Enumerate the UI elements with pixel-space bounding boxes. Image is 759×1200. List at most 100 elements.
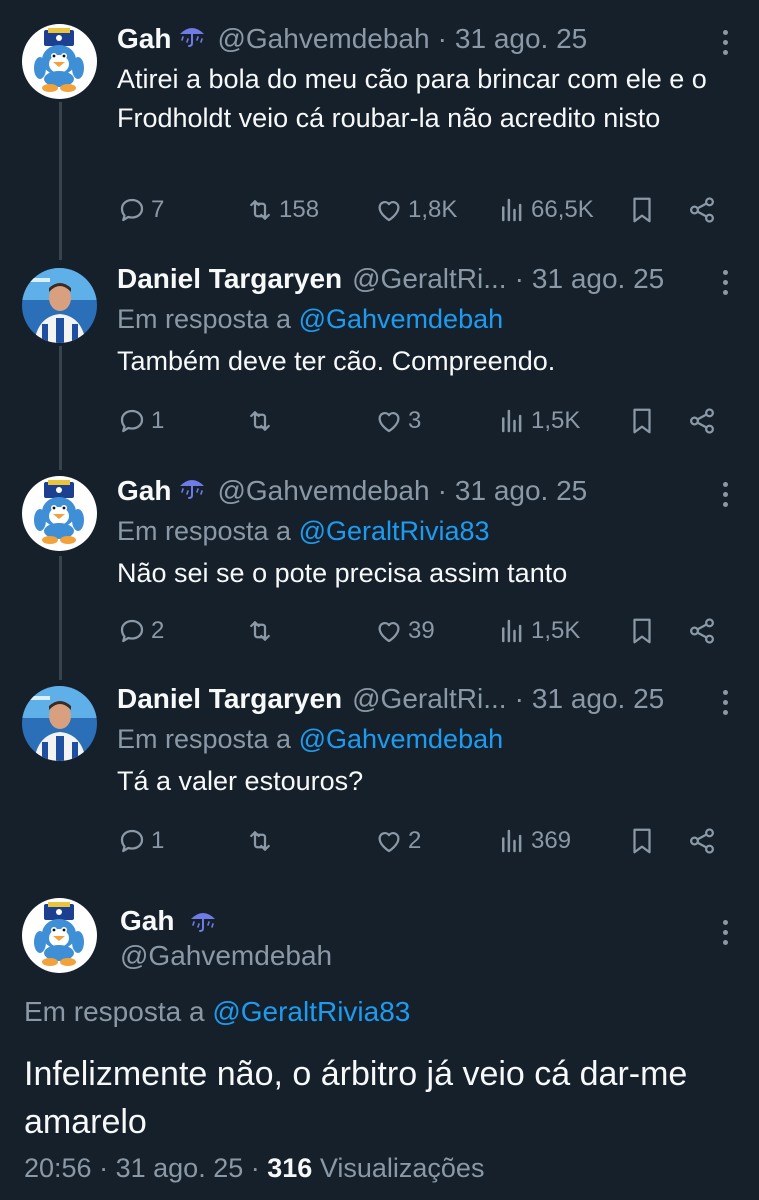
like-button[interactable]: 1,8K [374, 195, 457, 225]
reply-button[interactable]: 1 [117, 406, 164, 436]
like-count: 1,8K [408, 196, 458, 223]
retweet-icon [245, 616, 275, 646]
like-count: 2 [408, 827, 422, 854]
views-count: 1,5K [531, 617, 581, 644]
views-button[interactable]: 1,5K [497, 406, 580, 436]
tweet-body: Gah @Gahvemdebah · 31 ago. 25 Atirei a b… [117, 22, 739, 138]
author-handle[interactable]: @GeraltRi... [352, 682, 506, 716]
tweet-text: Não sei se o pote precisa assim tanto [117, 558, 568, 588]
main-author-name[interactable]: Gah [120, 905, 218, 937]
tweet-date[interactable]: 31 ago. 25 [455, 474, 587, 508]
tweet-header: Gah @Gahvemdebah · 31 ago. 25 [117, 474, 739, 508]
retweet-button[interactable] [245, 406, 275, 436]
avatar[interactable] [22, 686, 97, 761]
separator: · [437, 475, 447, 506]
heart-icon [374, 616, 404, 646]
tweet-text: Também deve ter cão. Compreendo. [117, 346, 556, 376]
tweet-body: Daniel Targaryen @GeraltRi... · 31 ago. … [117, 262, 739, 381]
reply-icon [117, 195, 147, 225]
more-dots-icon[interactable] [721, 690, 729, 716]
like-count: 39 [408, 617, 435, 644]
separator: · [514, 683, 524, 714]
more-dots-icon[interactable] [721, 270, 729, 296]
share-button[interactable] [687, 406, 717, 436]
reply-mention-link[interactable]: @GeraltRivia83 [212, 996, 410, 1027]
share-button[interactable] [687, 195, 717, 225]
bookmark-icon [627, 616, 657, 646]
main-tweet-text: Infelizmente não, o árbitro já veio cá d… [24, 1055, 688, 1141]
bookmark-button[interactable] [627, 616, 657, 646]
reply-mention-link[interactable]: @GeraltRivia83 [299, 516, 490, 546]
views-count: 66,5K [531, 196, 594, 223]
reply-prefix: Em resposta a [117, 304, 292, 334]
separator: · [99, 1153, 109, 1183]
umbrella-rain-icon [177, 474, 207, 500]
retweet-button[interactable] [245, 826, 275, 856]
main-author-handle[interactable]: @Gahvemdebah [120, 940, 332, 972]
author-name[interactable]: Daniel Targaryen [117, 682, 342, 716]
author-name[interactable]: Gah [117, 474, 171, 508]
tweet-date[interactable]: 31 ago. 25 [532, 262, 664, 296]
reply-context: Em resposta a @Gahvemdebah [117, 302, 739, 336]
bookmark-button[interactable] [627, 406, 657, 436]
like-button[interactable]: 39 [374, 616, 435, 646]
bookmark-button[interactable] [627, 826, 657, 856]
tweet-body: Gah @Gahvemdebah · 31 ago. 25 Em respost… [117, 474, 739, 593]
main-tweet-date[interactable]: 31 ago. 25 [116, 1153, 244, 1183]
analytics-icon [497, 616, 527, 646]
reply-button[interactable]: 2 [117, 616, 164, 646]
author-handle[interactable]: @Gahvemdebah [217, 22, 429, 56]
separator: · [514, 263, 524, 294]
bookmark-button[interactable] [627, 195, 657, 225]
author-name[interactable]: Daniel Targaryen [117, 262, 342, 296]
separator: · [437, 23, 447, 54]
like-count: 3 [408, 407, 422, 434]
reply-count: 1 [151, 827, 165, 854]
analytics-icon [497, 826, 527, 856]
heart-icon [374, 195, 404, 225]
reply-mention-link[interactable]: @Gahvemdebah [299, 724, 504, 754]
tweet-date[interactable]: 31 ago. 25 [532, 682, 664, 716]
views-button[interactable]: 66,5K [497, 195, 594, 225]
retweet-button[interactable] [245, 616, 275, 646]
reply-mention-link[interactable]: @Gahvemdebah [299, 304, 504, 334]
reply-button[interactable]: 7 [117, 195, 164, 225]
tweet-text: Atirei a bola do meu cão para brincar co… [117, 64, 707, 133]
author-handle[interactable]: @GeraltRi... [352, 262, 506, 296]
main-reply-context: Em resposta a @GeraltRivia83 [24, 996, 410, 1028]
more-dots-icon[interactable] [721, 30, 729, 56]
views-count: 369 [531, 827, 572, 854]
retweet-icon [245, 406, 275, 436]
like-button[interactable]: 3 [374, 406, 421, 436]
views-button[interactable]: 369 [497, 826, 571, 856]
separator: · [250, 1153, 260, 1183]
share-button[interactable] [687, 616, 717, 646]
reply-button[interactable]: 1 [117, 826, 164, 856]
retweet-count: 158 [279, 196, 320, 223]
main-avatar[interactable] [22, 898, 97, 973]
more-dots-icon[interactable] [721, 482, 729, 508]
thread-line [59, 102, 62, 260]
action-bar: 2 39 1,5K [117, 616, 739, 650]
reply-context: Em resposta a @Gahvemdebah [117, 722, 739, 756]
avatar[interactable] [22, 268, 97, 343]
analytics-icon [497, 195, 527, 225]
bookmark-icon [627, 826, 657, 856]
more-dots-icon[interactable] [721, 920, 729, 946]
reply-icon [117, 616, 147, 646]
avatar[interactable] [22, 476, 97, 551]
views-button[interactable]: 1,5K [497, 616, 580, 646]
main-tweet-meta: 20:56 · 31 ago. 25 · 316 Visualizações [24, 1153, 484, 1184]
retweet-button[interactable]: 158 [245, 195, 319, 225]
avatar[interactable] [22, 24, 97, 99]
reply-icon [117, 826, 147, 856]
share-button[interactable] [687, 826, 717, 856]
like-button[interactable]: 2 [374, 826, 421, 856]
share-icon [687, 195, 717, 225]
author-handle[interactable]: @Gahvemdebah [217, 474, 429, 508]
tweet-date[interactable]: 31 ago. 25 [455, 22, 587, 56]
reply-prefix: Em resposta a [24, 996, 205, 1027]
main-tweet-time[interactable]: 20:56 [24, 1153, 92, 1183]
author-name[interactable]: Gah [117, 22, 171, 56]
tweet-text: Tá a valer estouros? [117, 766, 364, 796]
